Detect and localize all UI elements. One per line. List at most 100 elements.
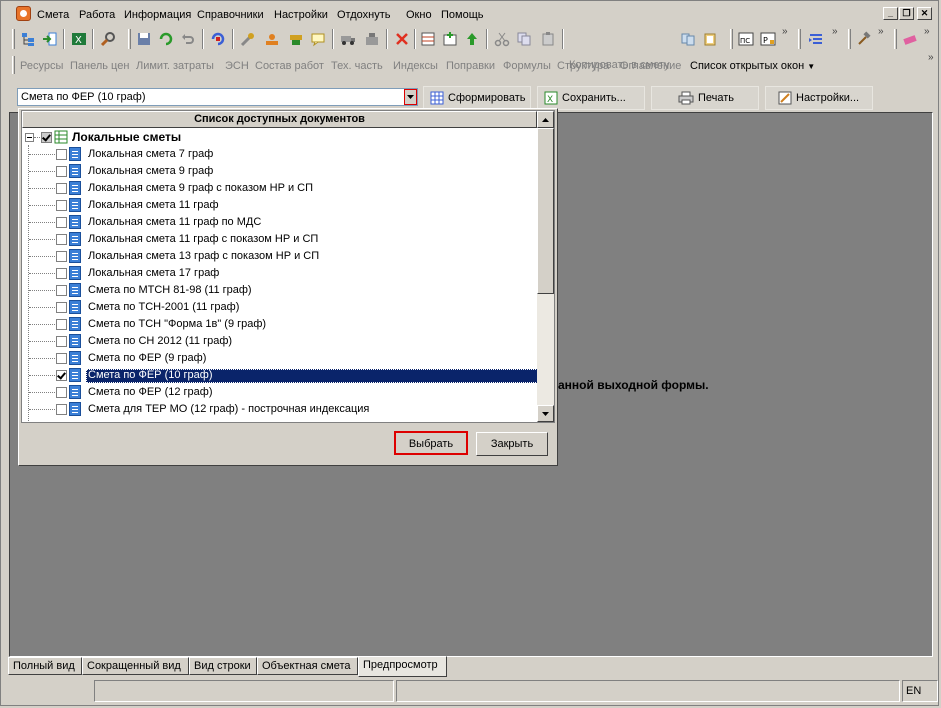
document-checkbox[interactable] [56, 336, 67, 347]
tree-item-row[interactable]: Локальная смета 9 граф с показом НР и СП [22, 180, 537, 197]
undo-icon[interactable] [178, 29, 198, 49]
find-icon[interactable] [98, 29, 118, 49]
menu-item[interactable]: Информация [124, 8, 191, 22]
document-checkbox[interactable] [56, 353, 67, 364]
panel-toggle[interactable]: Формулы [503, 59, 551, 73]
tree-item-row[interactable]: Локальная смета 13 граф с показом НР и С… [22, 248, 537, 265]
menu-item[interactable]: Настройки [274, 8, 328, 22]
menu-item[interactable]: Работа [79, 8, 115, 22]
hammer-icon[interactable] [854, 29, 874, 49]
close-button[interactable]: Закрыть [476, 432, 548, 456]
excel-icon[interactable]: X [69, 29, 89, 49]
copy-small-icon[interactable] [678, 29, 698, 49]
tree-item-row[interactable]: Локальная смета 7 граф [22, 146, 537, 163]
cut-icon[interactable] [492, 29, 512, 49]
panel-toggle[interactable]: ЭСН [225, 59, 249, 73]
import-icon[interactable] [40, 29, 60, 49]
r-icon[interactable]: Р [758, 29, 778, 49]
generate-button[interactable]: Сформировать [423, 86, 531, 110]
tree-item-row[interactable]: Локальная смета 17 граф [22, 265, 537, 282]
settings-button[interactable]: Настройки... [765, 86, 873, 110]
add-row-icon[interactable] [440, 29, 460, 49]
panel-toggle[interactable]: Состав работ [255, 59, 324, 73]
open-windows-list-button[interactable]: Список открытых окон ▼ [690, 59, 815, 74]
document-checkbox[interactable] [56, 285, 67, 296]
tree-item-row[interactable]: Смета по ФЕР (10 граф) [22, 367, 538, 384]
view-tab[interactable]: Полный вид [8, 657, 82, 675]
delete-icon[interactable] [392, 29, 412, 49]
document-checkbox[interactable] [56, 387, 67, 398]
tree-item-row[interactable]: Смета по ТСН "Форма 1в" (9 граф) [22, 316, 537, 333]
document-checkbox[interactable] [56, 217, 67, 228]
move-up-icon[interactable] [462, 29, 482, 49]
tree-item-row[interactable]: Локальная смета 11 граф с показом НР и С… [22, 231, 537, 248]
worker-icon[interactable] [262, 29, 282, 49]
paste-small-icon[interactable] [700, 29, 720, 49]
document-checkbox[interactable] [56, 404, 67, 415]
document-checkbox[interactable] [56, 234, 67, 245]
tools-icon[interactable] [238, 29, 258, 49]
mdi-minimize-button[interactable]: _ [883, 7, 898, 20]
tree-item-row[interactable]: Смета по ФЕР (9 граф) [22, 350, 537, 367]
document-checkbox[interactable] [56, 319, 67, 330]
tree-item-row[interactable]: Локальная смета 11 граф [22, 197, 537, 214]
scroll-down-button[interactable] [537, 405, 554, 422]
mdi-close-button[interactable]: ✕ [917, 7, 932, 20]
document-checkbox[interactable] [56, 166, 67, 177]
menu-item[interactable]: Отдохнуть [337, 8, 391, 22]
menu-item[interactable]: Окно [406, 8, 432, 22]
panel-toggle[interactable]: Поправки [446, 59, 495, 73]
tree-add-icon[interactable] [18, 29, 38, 49]
tree-item-row[interactable]: Локальная смета 9 граф [22, 163, 537, 180]
refresh-icon[interactable] [156, 29, 176, 49]
insert-row-icon[interactable] [418, 29, 438, 49]
menu-item[interactable]: Смета [37, 8, 69, 22]
output-form-select[interactable]: Смета по ФЕР (10 граф) [17, 88, 418, 106]
tree-root-row[interactable]: Локальные сметы [22, 129, 537, 146]
scroll-up-button[interactable] [537, 111, 554, 128]
view-tab[interactable]: Сокращенный вид [82, 657, 189, 675]
paste-icon[interactable] [538, 29, 558, 49]
select-button[interactable]: Выбрать [394, 431, 468, 455]
mdi-restore-button[interactable]: ❐ [899, 7, 914, 20]
tree-item-row[interactable]: Смета для ТЕР МО (12 граф) - построчная … [22, 401, 537, 418]
view-tab[interactable]: Вид строки [189, 657, 257, 675]
tree-item-row[interactable]: Смета по ТСН-2001 (11 граф) [22, 299, 537, 316]
tree-item-row[interactable]: Смета по СН 2012 (11 граф) [22, 333, 537, 350]
copy-icon[interactable] [514, 29, 534, 49]
panel-toggle[interactable]: Панель цен [70, 59, 129, 73]
panel-toggle[interactable]: Структура [557, 59, 609, 73]
menu-item[interactable]: Справочники [197, 8, 264, 22]
comment-icon[interactable] [308, 29, 328, 49]
document-checkbox[interactable] [56, 370, 67, 381]
tree-item-row[interactable]: Смета по МТСН 81-98 (11 граф) [22, 282, 537, 299]
panel-toggle[interactable]: Индексы [393, 59, 438, 73]
panels-toolbar-grip[interactable] [12, 56, 15, 74]
toolbar-grip[interactable] [12, 29, 15, 49]
document-checkbox[interactable] [56, 149, 67, 160]
truck-icon[interactable] [338, 29, 358, 49]
view-tab[interactable]: Объектная смета [257, 657, 358, 675]
panel-toggle[interactable]: Тех. часть [331, 59, 383, 73]
document-checkbox[interactable] [56, 268, 67, 279]
document-checkbox[interactable] [56, 200, 67, 211]
root-checkbox[interactable] [41, 132, 52, 143]
save-icon[interactable] [134, 29, 154, 49]
print-button[interactable]: Печать [651, 86, 759, 110]
ps-icon[interactable]: ПС [736, 29, 756, 49]
menu-item[interactable]: Помощь [441, 8, 484, 22]
panel-toggle[interactable]: Оглавление [620, 59, 681, 73]
app-icon[interactable] [16, 6, 31, 21]
document-checkbox[interactable] [56, 251, 67, 262]
tree-item-row[interactable]: Локальная смета 11 граф по МДС [22, 214, 537, 231]
panel-toggle[interactable]: Лимит. затраты [136, 59, 214, 73]
eraser-icon[interactable] [900, 29, 920, 49]
view-tab[interactable]: Предпросмотр [358, 656, 447, 677]
combo-dropdown-button[interactable] [404, 89, 417, 105]
machine-icon[interactable] [286, 29, 306, 49]
scroll-thumb[interactable] [537, 128, 554, 294]
document-checkbox[interactable] [56, 183, 67, 194]
equipment-icon[interactable] [362, 29, 382, 49]
panel-toggle[interactable]: Ресурсы [20, 59, 63, 73]
collapse-icon[interactable] [25, 133, 34, 142]
